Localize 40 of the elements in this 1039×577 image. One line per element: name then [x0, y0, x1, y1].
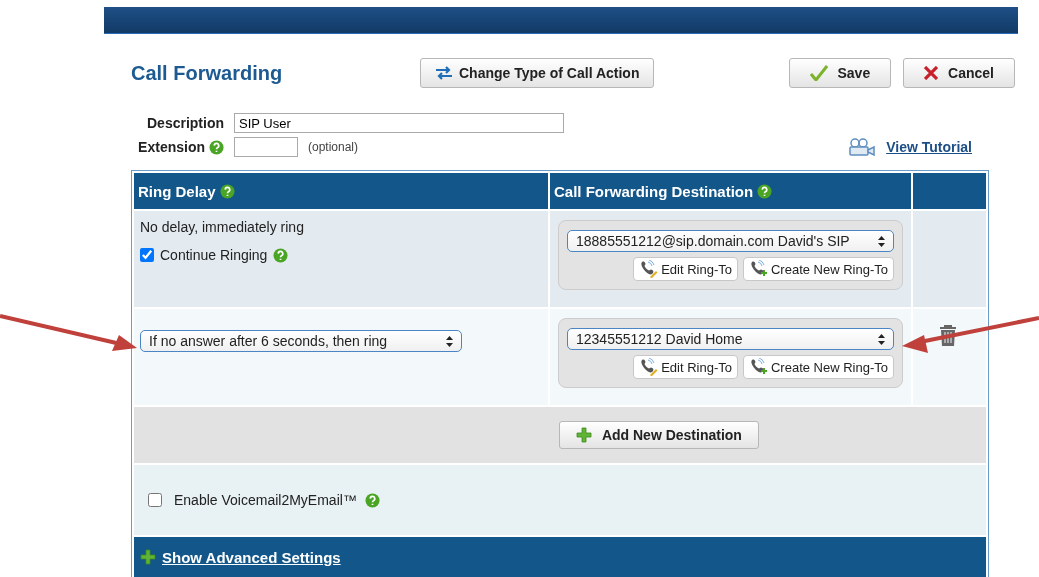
phone-pencil-icon — [639, 358, 660, 376]
create-ring-to-button[interactable]: Create New Ring-To — [742, 257, 894, 281]
change-type-button[interactable]: Change Type of Call Action — [420, 58, 655, 88]
delay-select[interactable]: If no answer after 6 seconds, then ring — [140, 330, 462, 352]
extension-field[interactable] — [234, 137, 298, 157]
dropdown-arrows-icon — [446, 335, 453, 347]
edit-ring-to-button[interactable]: Edit Ring-To — [633, 355, 738, 379]
close-icon — [924, 66, 939, 80]
plus-icon — [576, 427, 592, 443]
plus-icon — [140, 549, 156, 565]
description-field[interactable]: SIP User — [234, 113, 564, 133]
destination-select[interactable]: 18885551212@sip.domain.com David's SIP — [567, 230, 894, 252]
checkmark-icon — [809, 65, 828, 81]
create-ring-to-button[interactable]: Create New Ring-To — [742, 355, 894, 379]
voicemail-checkbox[interactable] — [148, 493, 162, 507]
phone-pencil-icon — [639, 260, 660, 278]
extension-label: Extension — [138, 139, 205, 155]
trash-icon[interactable] — [939, 325, 957, 346]
help-icon[interactable] — [757, 183, 773, 199]
optional-hint: (optional) — [308, 140, 359, 154]
column-header: Call Forwarding Destination — [550, 173, 911, 209]
description-label: Description — [146, 115, 224, 131]
view-tutorial-link[interactable]: View Tutorial — [886, 139, 972, 155]
voicemail-label: Enable Voicemail2MyEmail™ — [174, 492, 357, 508]
continue-checkbox[interactable] — [140, 248, 154, 262]
dropdown-arrows-icon — [878, 333, 885, 345]
advanced-settings-link[interactable]: Show Advanced Settings — [162, 548, 341, 566]
help-icon[interactable] — [219, 183, 235, 199]
swap-arrows-icon — [435, 66, 453, 80]
delay-text: No delay, immediately ring — [140, 219, 305, 235]
column-header: Ring Delay — [134, 173, 548, 209]
save-button[interactable]: Save — [788, 58, 892, 88]
dropdown-arrows-icon — [878, 235, 885, 247]
destination-select[interactable]: 12345551212 David Home — [567, 328, 894, 350]
continue-label: Continue Ringing — [160, 247, 268, 263]
add-destination-button[interactable]: Add New Destination — [559, 421, 759, 449]
page-title: Call Forwarding — [131, 61, 284, 85]
edit-ring-to-button[interactable]: Edit Ring-To — [633, 257, 738, 281]
video-camera-icon — [848, 138, 877, 156]
cancel-button[interactable]: Cancel — [903, 58, 1015, 88]
